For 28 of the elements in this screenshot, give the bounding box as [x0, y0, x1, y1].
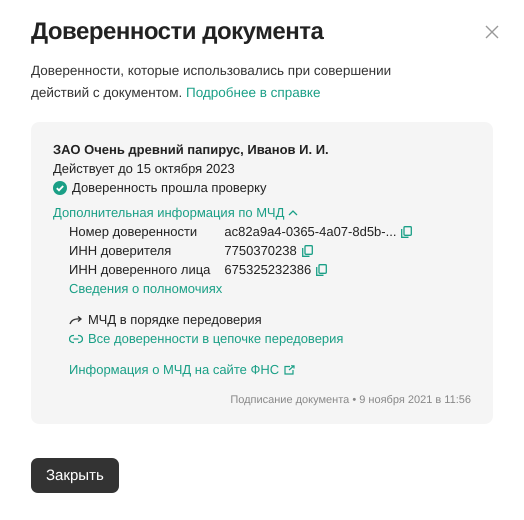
fns-link[interactable]: Информация о МЧД на сайте ФНС: [69, 360, 296, 379]
close-button[interactable]: [485, 25, 499, 39]
powers-link[interactable]: Сведения о полномочиях: [69, 281, 222, 296]
redelegation-text: МЧД в порядке передоверия: [88, 311, 262, 329]
signing-info: Подписание документа • 9 ноября 2021 в 11:56: [229, 393, 471, 408]
close-icon: [485, 25, 499, 39]
extra-info-toggle[interactable]: Дополнительная информация по МЧД: [53, 203, 298, 222]
field-label: Номер доверенности: [69, 223, 198, 241]
curved-arrow-icon: [69, 314, 83, 324]
field-value: ac82a9a4-0365-4a07-8d5b-...: [224, 223, 396, 241]
link-icon: [69, 334, 83, 344]
principal-name: ЗАО Очень древний папирус, Иванов И. И.: [53, 141, 330, 159]
caret-icon: [288, 208, 298, 216]
external-link-icon: [284, 364, 296, 374]
copy-icon[interactable]: [401, 226, 412, 238]
help-link[interactable]: Подробнее в справке: [186, 85, 320, 100]
field-label: ИНН доверенного лица: [69, 261, 210, 279]
chain-link[interactable]: Все доверенности в цепочке передоверия: [69, 329, 344, 348]
field-value: 7750370238: [224, 242, 297, 260]
copy-icon[interactable]: [316, 264, 328, 276]
field-value: 675325232386: [224, 261, 312, 279]
verification-status: Доверенность прошла проверку: [72, 179, 266, 197]
copy-icon[interactable]: [302, 244, 313, 256]
description-text: Доверенности, которые использовались при совершении действий с документом. Подробнее в справке: [31, 62, 392, 102]
dialog-title: Доверенности документа: [31, 18, 324, 46]
field-label: ИНН доверителя: [69, 242, 172, 260]
close-button[interactable]: Закрыть: [31, 458, 119, 493]
validity-text: Действует до 15 октября 2023: [53, 160, 236, 178]
